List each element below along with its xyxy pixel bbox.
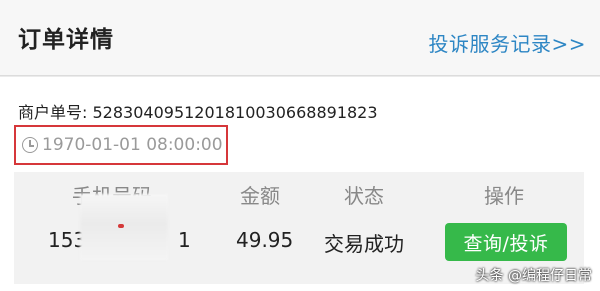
order-time: 1970-01-01 08:00:00 xyxy=(42,135,223,155)
page-title: 订单详情 xyxy=(18,27,114,53)
header-amount: 金额 xyxy=(240,184,280,208)
watermark: 头条 @编程仔日常 xyxy=(475,268,592,284)
query-complaint-button[interactable]: 查询/投诉 xyxy=(445,223,567,261)
complaint-records-link[interactable]: 投诉服务记录>> xyxy=(428,28,586,57)
merchant-number: 5283040951201810030668891823 xyxy=(92,103,378,122)
merchant-number-line: 商户单号: 5283040951201810030668891823 xyxy=(18,99,378,123)
phone-redaction-mask xyxy=(80,194,168,260)
header-action: 操作 xyxy=(484,184,524,208)
header-status: 状态 xyxy=(344,184,384,208)
phone-suffix: 1 xyxy=(178,228,191,252)
header-bar: 订单详情 投诉服务记录>> xyxy=(0,0,600,76)
order-time-highlight: 1970-01-01 08:00:00 xyxy=(14,125,228,165)
amount-value: 49.95 xyxy=(236,228,294,252)
order-card: 商户单号: 5283040951201810030668891823 1970-… xyxy=(0,77,600,291)
clock-icon xyxy=(22,137,38,153)
status-value: 交易成功 xyxy=(324,232,404,256)
merchant-label: 商户单号: xyxy=(18,103,88,122)
redaction-mark xyxy=(118,224,124,228)
